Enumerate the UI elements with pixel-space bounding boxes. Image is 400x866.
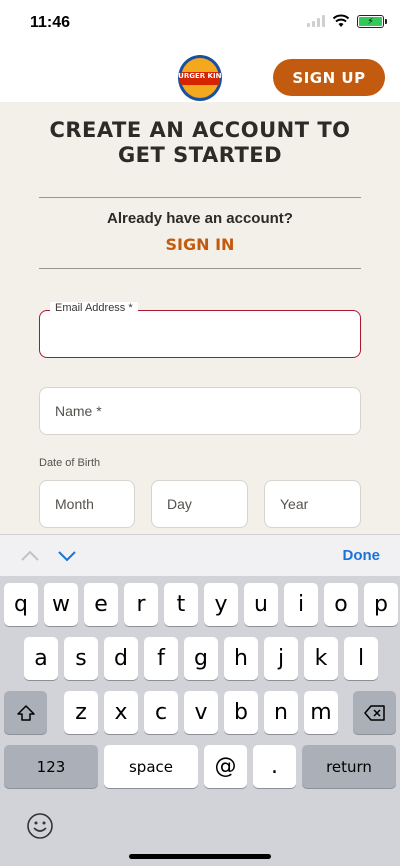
month-placeholder: Month	[55, 496, 94, 512]
shift-key[interactable]	[4, 691, 47, 734]
period-key[interactable]: .	[253, 745, 296, 788]
key-j[interactable]: j	[264, 637, 298, 680]
key-p[interactable]: p	[364, 583, 398, 626]
battery-charging-icon: ⚡	[357, 14, 387, 28]
key-z[interactable]: z	[64, 691, 98, 734]
return-key[interactable]: return	[302, 745, 396, 788]
app-header: BURGER KING SIGN UP	[0, 46, 400, 102]
key-r[interactable]: r	[124, 583, 158, 626]
keyboard-toolbar: Done	[0, 534, 400, 576]
key-i[interactable]: i	[284, 583, 318, 626]
key-u[interactable]: u	[244, 583, 278, 626]
key-x[interactable]: x	[104, 691, 138, 734]
at-key[interactable]: @	[204, 745, 247, 788]
day-field[interactable]: Day	[151, 480, 248, 528]
emoji-icon[interactable]	[26, 812, 54, 840]
already-have-account-text: Already have an account?	[107, 210, 293, 227]
chevron-down-icon[interactable]	[57, 546, 77, 566]
numbers-key[interactable]: 123	[4, 745, 98, 788]
key-y[interactable]: y	[204, 583, 238, 626]
svg-text:BURGER KING: BURGER KING	[176, 72, 224, 80]
backspace-icon	[363, 704, 385, 721]
key-h[interactable]: h	[224, 637, 258, 680]
divider-bottom	[39, 268, 361, 269]
name-field-placeholder: Name *	[55, 403, 102, 419]
year-field[interactable]: Year	[264, 480, 361, 528]
key-w[interactable]: w	[44, 583, 78, 626]
backspace-key[interactable]	[353, 691, 396, 734]
done-button[interactable]: Done	[343, 547, 381, 564]
key-k[interactable]: k	[304, 637, 338, 680]
shift-icon	[16, 704, 35, 721]
month-field[interactable]: Month	[39, 480, 135, 528]
home-indicator	[129, 854, 271, 859]
year-placeholder: Year	[280, 496, 309, 512]
key-g[interactable]: g	[184, 637, 218, 680]
status-bar: 11:46 ⚡	[0, 0, 400, 46]
key-v[interactable]: v	[184, 691, 218, 734]
space-key[interactable]: space	[104, 745, 198, 788]
key-a[interactable]: a	[24, 637, 58, 680]
status-icons: ⚡	[307, 14, 387, 28]
chevron-up-icon[interactable]	[20, 546, 40, 566]
day-placeholder: Day	[167, 496, 192, 512]
cellular-signal-icon	[307, 15, 325, 27]
keyboard: qwertyuiop asdfghjkl zxcvbnm 123 space @…	[0, 576, 400, 866]
email-field-label: Email Address *	[50, 302, 138, 314]
divider-top	[39, 197, 361, 198]
key-q[interactable]: q	[4, 583, 38, 626]
page-title: CREATE AN ACCOUNT TO GET STARTED	[49, 118, 351, 167]
key-f[interactable]: f	[144, 637, 178, 680]
email-field[interactable]: Email Address *	[39, 302, 361, 358]
name-field[interactable]: Name *	[39, 387, 361, 435]
burger-king-logo[interactable]: BURGER KING	[176, 54, 224, 102]
key-l[interactable]: l	[344, 637, 378, 680]
key-d[interactable]: d	[104, 637, 138, 680]
sign-up-button[interactable]: SIGN UP	[273, 59, 385, 96]
key-b[interactable]: b	[224, 691, 258, 734]
status-time: 11:46	[30, 14, 71, 31]
key-t[interactable]: t	[164, 583, 198, 626]
key-s[interactable]: s	[64, 637, 98, 680]
sign-in-link[interactable]: SIGN IN	[40, 235, 360, 254]
key-e[interactable]: e	[84, 583, 118, 626]
key-n[interactable]: n	[264, 691, 298, 734]
wifi-icon	[332, 14, 350, 27]
date-of-birth-label: Date of Birth	[39, 457, 101, 469]
key-m[interactable]: m	[304, 691, 338, 734]
key-o[interactable]: o	[324, 583, 358, 626]
main-content: CREATE AN ACCOUNT TO GET STARTED Already…	[0, 102, 400, 534]
key-c[interactable]: c	[144, 691, 178, 734]
